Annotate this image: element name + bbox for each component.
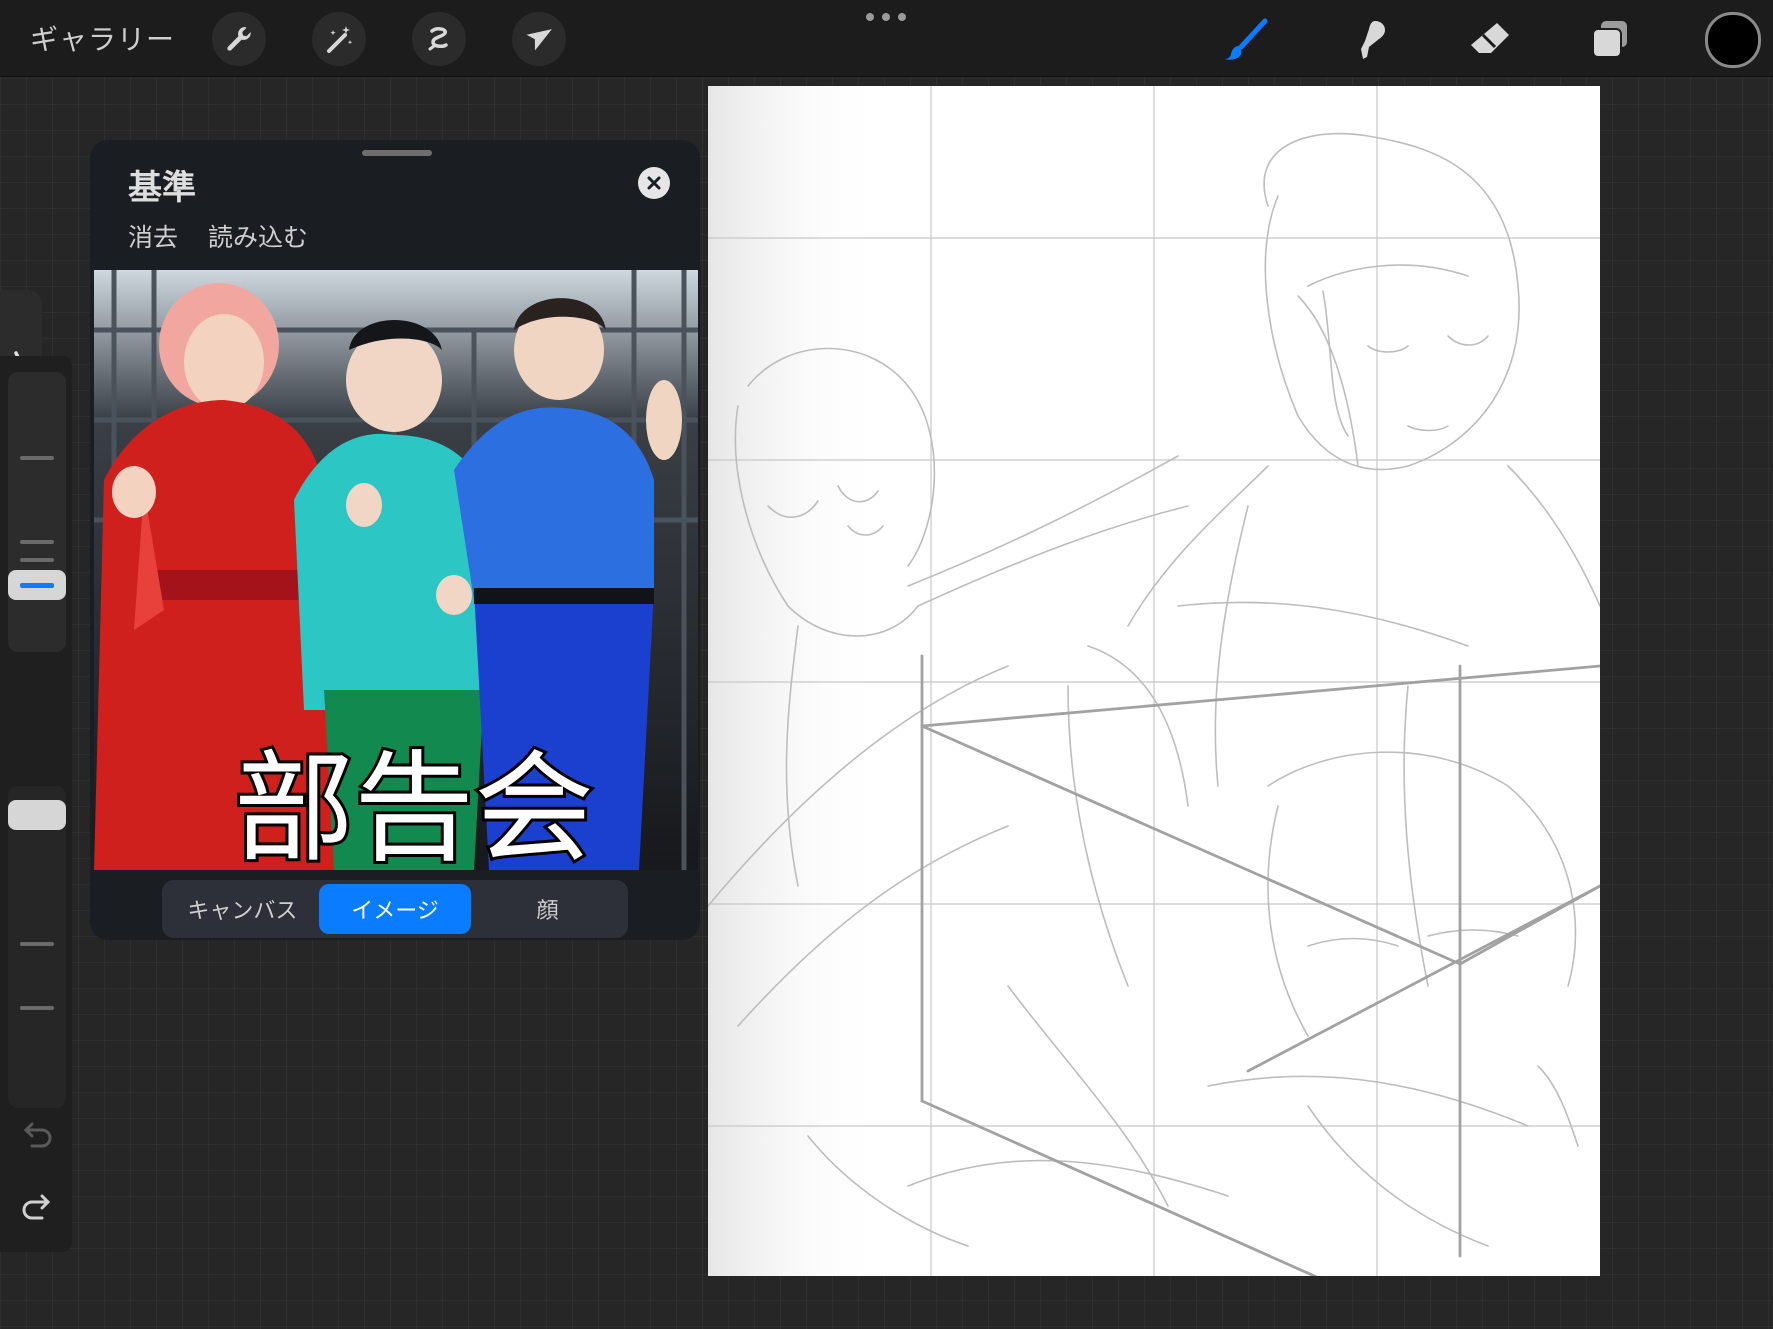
selection-button[interactable] [412, 12, 466, 66]
reference-image[interactable]: 部告会 [94, 270, 698, 870]
smudge-icon [1361, 21, 1385, 59]
smudge-tool[interactable] [1340, 12, 1396, 68]
drawing-canvas[interactable] [708, 86, 1600, 1276]
slider-mark [20, 1006, 54, 1010]
opacity-slider[interactable] [8, 786, 66, 1108]
import-button[interactable]: 読み込む [208, 218, 308, 254]
active-size-indicator [20, 583, 54, 588]
tab-canvas[interactable]: キャンバス [166, 884, 319, 934]
adjustments-button[interactable] [312, 12, 366, 66]
wrench-icon [227, 27, 251, 51]
brush-size-slider[interactable] [8, 372, 66, 652]
magic-wand-icon [327, 26, 353, 53]
more-dots-icon[interactable] [866, 8, 906, 26]
top-toolbar: ギャラリー [0, 0, 1773, 77]
reference-caption: 部告会 [234, 740, 594, 870]
panel-title: 基準 [128, 168, 196, 208]
reference-panel: 基準 消去 読み込む 部告会 キャンバス イメージ 顔 [90, 140, 700, 940]
color-picker-button[interactable] [1705, 12, 1761, 68]
tab-face[interactable]: 顔 [471, 884, 624, 934]
transform-button[interactable] [512, 12, 566, 66]
layers-icon [1592, 21, 1627, 58]
selection-icon [428, 27, 448, 51]
actions-button[interactable] [212, 12, 266, 66]
tab-image[interactable]: イメージ [318, 884, 472, 934]
paint-tool[interactable] [1218, 12, 1274, 68]
undo-icon[interactable] [18, 1116, 56, 1154]
opacity-handle[interactable] [8, 800, 66, 830]
clear-button[interactable]: 消去 [128, 218, 178, 254]
canvas-sketch [708, 86, 1600, 1276]
layers-tool[interactable] [1582, 12, 1638, 68]
close-icon [647, 176, 661, 190]
sidebar [0, 356, 72, 1252]
eraser-icon [1471, 23, 1509, 53]
gallery-button[interactable]: ギャラリー [30, 18, 175, 58]
close-button[interactable] [638, 167, 670, 199]
panel-grabber[interactable] [362, 150, 432, 156]
slider-mark [20, 558, 54, 562]
reference-photo: 部告会 [94, 270, 698, 870]
brush-icon [1225, 18, 1268, 60]
brush-size-handle[interactable] [8, 570, 66, 600]
panel-actions: 消去 読み込む [128, 218, 308, 254]
reference-mode-selector: キャンバス イメージ 顔 [162, 880, 628, 938]
slider-mark [20, 456, 54, 460]
move-arrow-icon [526, 29, 552, 51]
slider-mark [20, 540, 54, 544]
eraser-tool[interactable] [1462, 12, 1518, 68]
slider-mark [20, 942, 54, 946]
redo-icon[interactable] [18, 1188, 56, 1226]
